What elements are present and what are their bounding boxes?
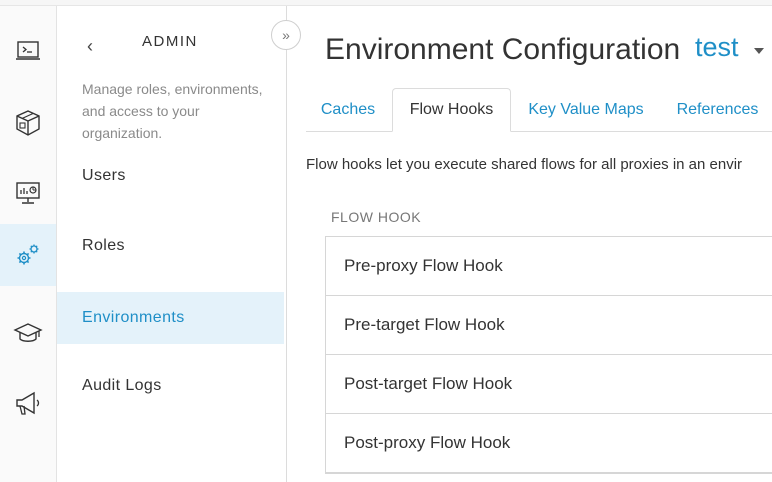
- tabs-divider: [306, 131, 772, 132]
- tab-key-value-maps[interactable]: Key Value Maps: [518, 88, 654, 131]
- graduation-cap-icon: [13, 323, 43, 342]
- nav-item-users[interactable]: Users: [57, 150, 284, 202]
- rail-item-analyze[interactable]: [0, 162, 56, 224]
- flow-hook-column-header: FLOW HOOK: [331, 209, 422, 225]
- collapse-panel-button[interactable]: »: [271, 20, 301, 50]
- flow-hooks-description: Flow hooks let you execute shared flows …: [306, 156, 743, 173]
- terminal-icon: [16, 41, 40, 60]
- double-chevron-right-icon: »: [282, 27, 290, 43]
- icon-rail: [0, 6, 57, 482]
- nav-item-label: Users: [82, 167, 126, 184]
- nav-item-environments[interactable]: Environments: [57, 292, 284, 344]
- tab-flow-hooks[interactable]: Flow Hooks: [392, 88, 511, 132]
- nav-item-label: Environments: [82, 309, 185, 326]
- environment-selector[interactable]: test: [695, 32, 739, 63]
- caret-down-icon[interactable]: [754, 48, 764, 54]
- analytics-monitor-icon: [16, 182, 40, 204]
- package-icon: [16, 110, 40, 136]
- back-chevron-icon[interactable]: ‹: [87, 36, 93, 57]
- admin-panel: ‹ ADMIN Manage roles, environments, and …: [57, 6, 287, 482]
- megaphone-icon: [16, 391, 40, 415]
- nav-item-roles[interactable]: Roles: [57, 220, 284, 272]
- panel-title: ADMIN: [142, 33, 198, 50]
- panel-description: Manage roles, environments, and access t…: [82, 81, 263, 141]
- rail-item-admin[interactable]: [0, 224, 56, 286]
- tab-caches[interactable]: Caches: [306, 88, 390, 131]
- nav-item-label: Audit Logs: [82, 377, 162, 394]
- rail-item-learn[interactable]: [0, 302, 56, 364]
- rail-item-publish[interactable]: [0, 92, 56, 154]
- gears-icon: [17, 244, 39, 265]
- rail-item-announcements[interactable]: [0, 372, 56, 434]
- nav-item-audit-logs[interactable]: Audit Logs: [57, 360, 284, 412]
- page-title: Environment Configuration: [325, 33, 681, 66]
- nav-item-label: Roles: [82, 237, 125, 254]
- flow-hook-row-post-proxy[interactable]: Post-proxy Flow Hook: [326, 414, 772, 473]
- flow-hook-row-pre-proxy[interactable]: Pre-proxy Flow Hook: [326, 237, 772, 296]
- flow-hook-list: Pre-proxy Flow Hook Pre-target Flow Hook…: [325, 236, 772, 474]
- flow-hook-row-pre-target[interactable]: Pre-target Flow Hook: [326, 296, 772, 355]
- rail-item-develop[interactable]: [0, 20, 56, 82]
- tab-references[interactable]: References: [666, 88, 769, 131]
- flow-hook-row-post-target[interactable]: Post-target Flow Hook: [326, 355, 772, 414]
